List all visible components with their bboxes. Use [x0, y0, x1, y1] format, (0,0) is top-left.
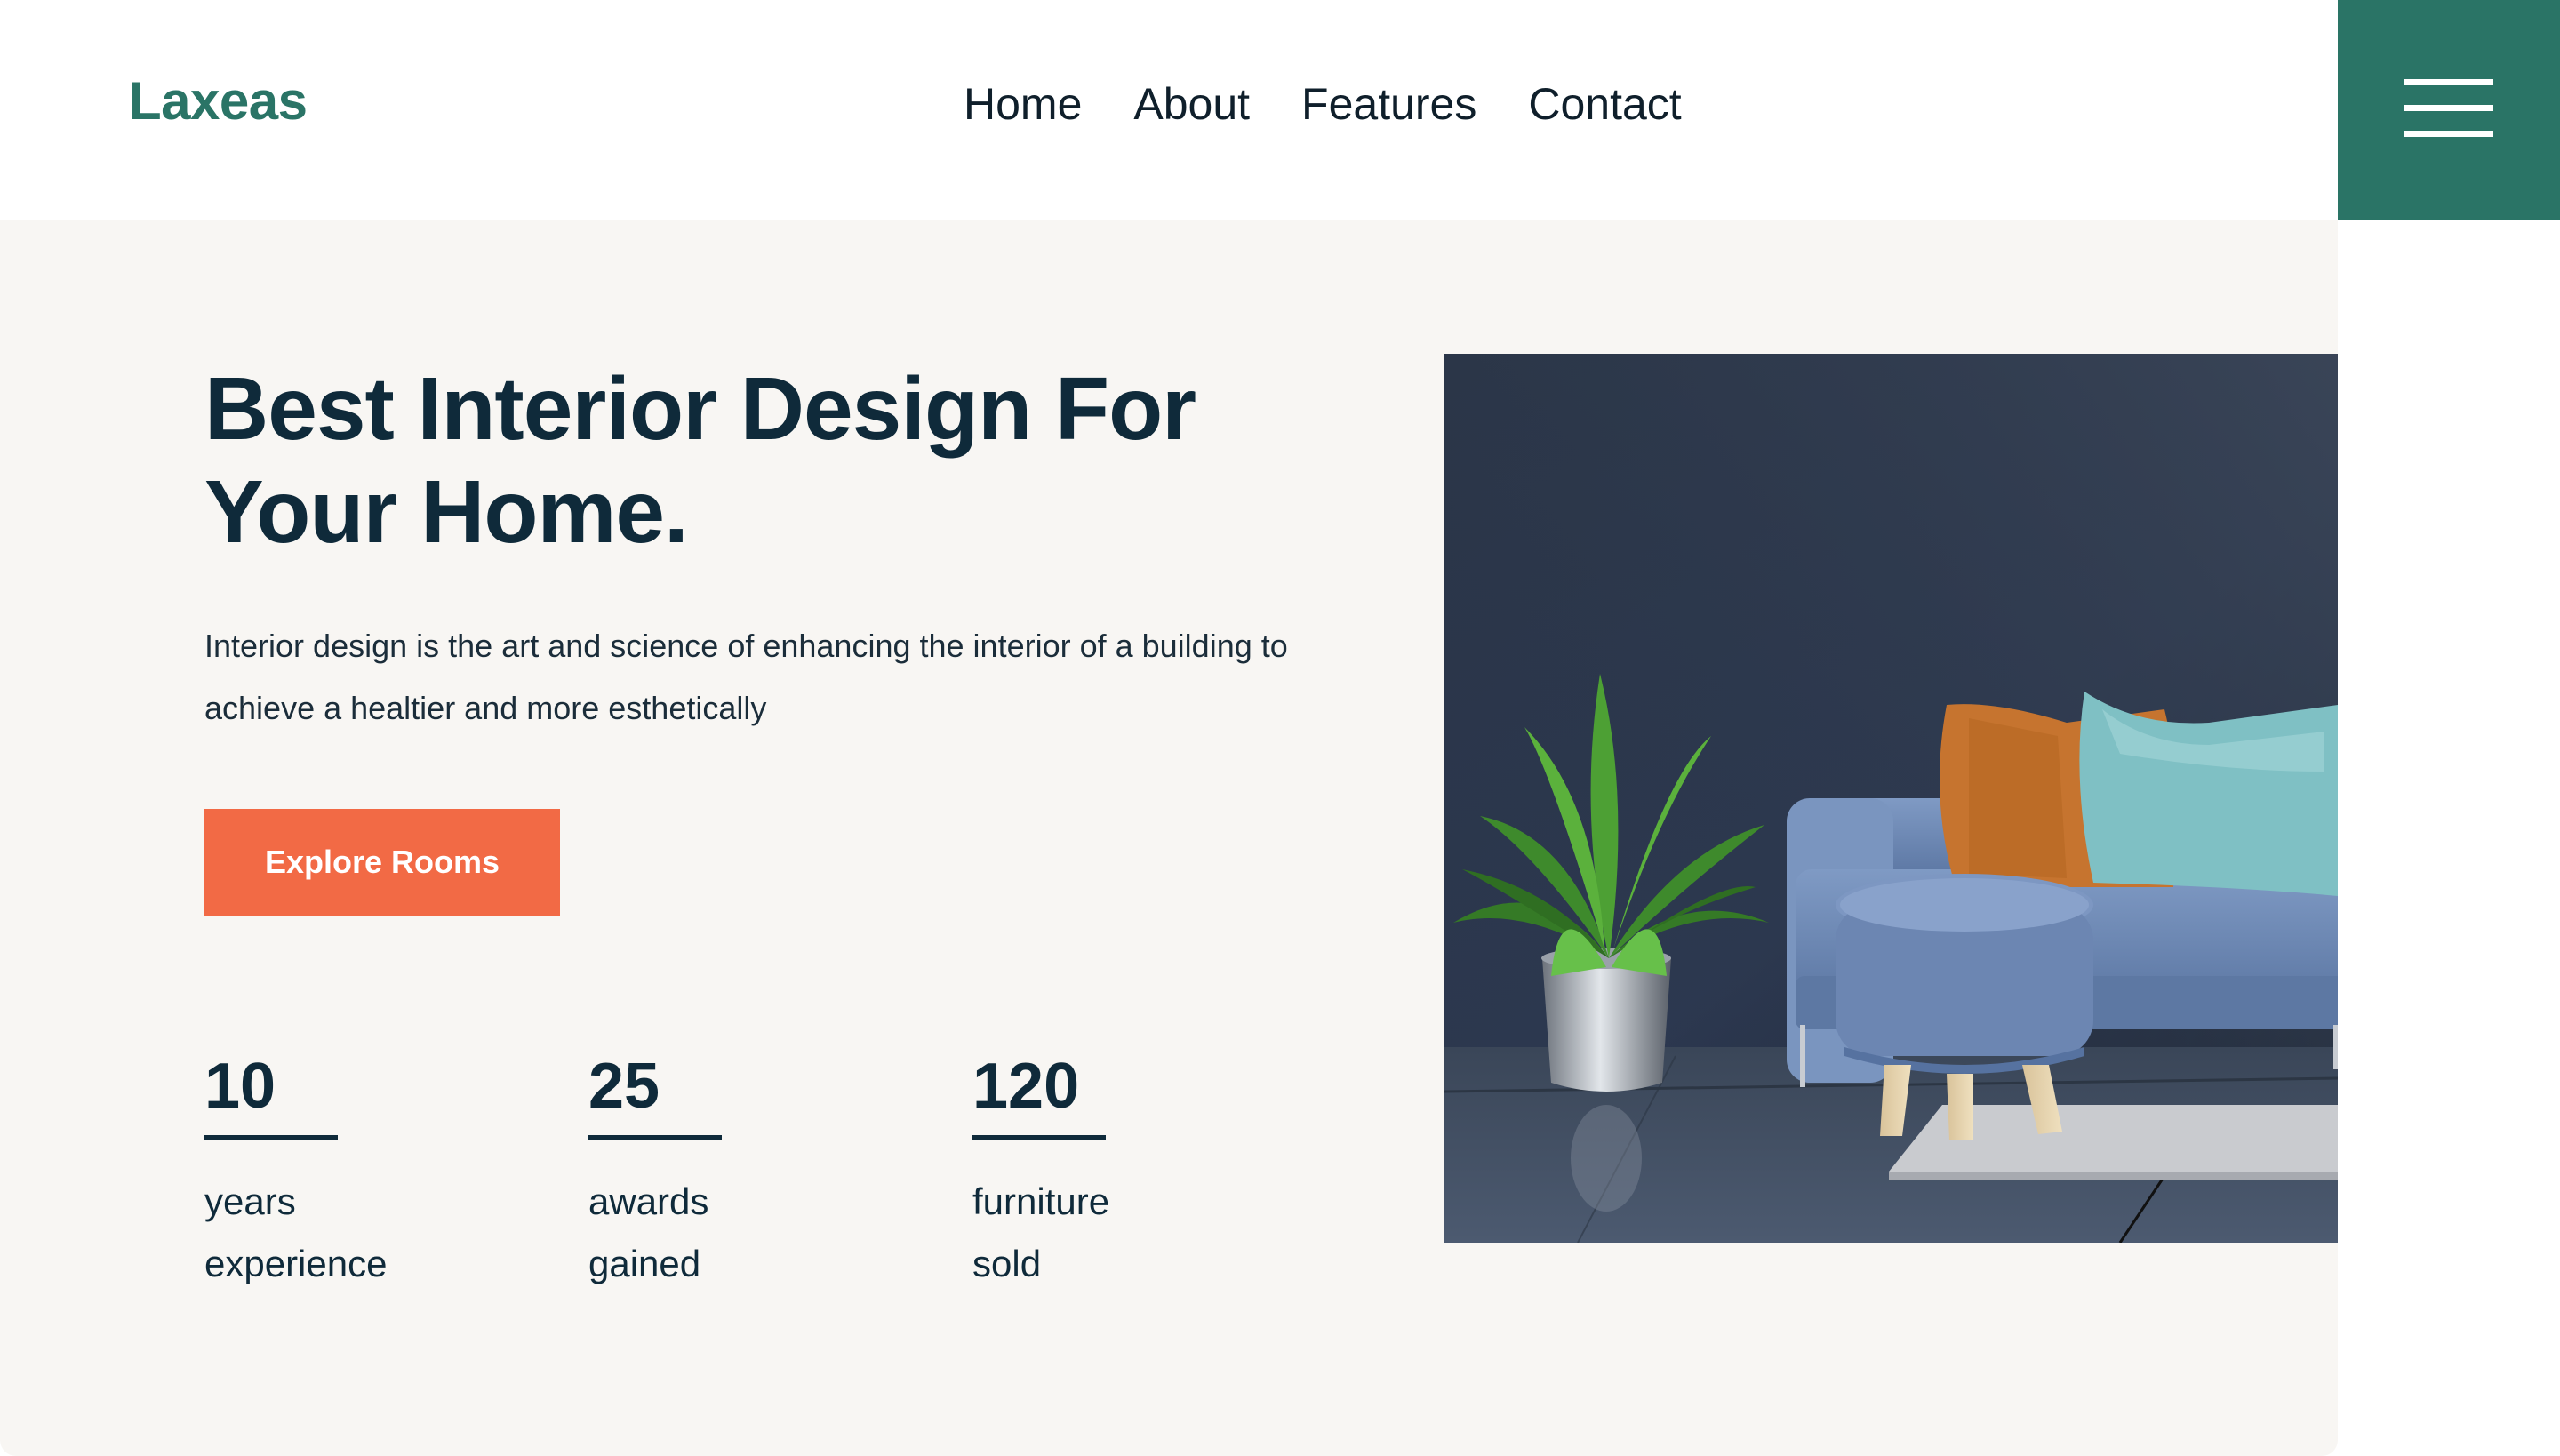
stat-label-line-1: furniture — [972, 1180, 1110, 1222]
nav-link-features[interactable]: Features — [1301, 82, 1476, 126]
menu-button[interactable] — [2338, 0, 2560, 220]
stat-awards: 25 awards gained — [588, 1053, 873, 1295]
stat-value: 10 — [204, 1051, 276, 1122]
stat-label: awards gained — [588, 1171, 873, 1295]
hero-description: Interior design is the art and science o… — [204, 615, 1360, 740]
hero-description-line-2: achieve a healtier and more esthetically — [204, 690, 767, 726]
stat-underline — [588, 1135, 722, 1140]
page: Laxeas Home About Features Contact Best … — [0, 0, 2560, 1456]
stat-label-line-2: gained — [588, 1243, 701, 1284]
brand-logo[interactable]: Laxeas — [129, 75, 308, 128]
stat-value: 25 — [588, 1051, 660, 1122]
stat-label-line-2: experience — [204, 1243, 388, 1284]
stat-underline — [972, 1135, 1106, 1140]
hero-section: Best Interior Design For Your Home. Inte… — [0, 220, 2338, 1456]
stat-label-line-1: years — [204, 1180, 296, 1222]
hero-title: Best Interior Design For Your Home. — [204, 357, 1449, 564]
stat-years: 10 years experience — [204, 1053, 489, 1295]
stat-label-line-2: sold — [972, 1243, 1042, 1284]
stat-label: furniture sold — [972, 1171, 1257, 1295]
site-header: Laxeas Home About Features Contact — [0, 0, 2338, 220]
stat-value: 120 — [972, 1051, 1080, 1122]
stat-label: years experience — [204, 1171, 489, 1295]
hero-description-line-1: Interior design is the art and science o… — [204, 628, 1288, 664]
hero-title-line-1: Best Interior Design For — [204, 359, 1196, 459]
hero-room-image — [1444, 354, 2338, 1243]
hero-title-line-2: Your Home. — [204, 462, 689, 562]
nav-link-contact[interactable]: Contact — [1528, 82, 1681, 126]
explore-rooms-button[interactable]: Explore Rooms — [204, 809, 560, 916]
nav-link-home[interactable]: Home — [964, 82, 1082, 126]
stat-furniture: 120 furniture sold — [972, 1053, 1257, 1295]
stat-underline — [204, 1135, 338, 1140]
stat-label-line-1: awards — [588, 1180, 709, 1222]
main-nav: Home About Features Contact — [964, 82, 1682, 126]
nav-link-about[interactable]: About — [1133, 82, 1250, 126]
